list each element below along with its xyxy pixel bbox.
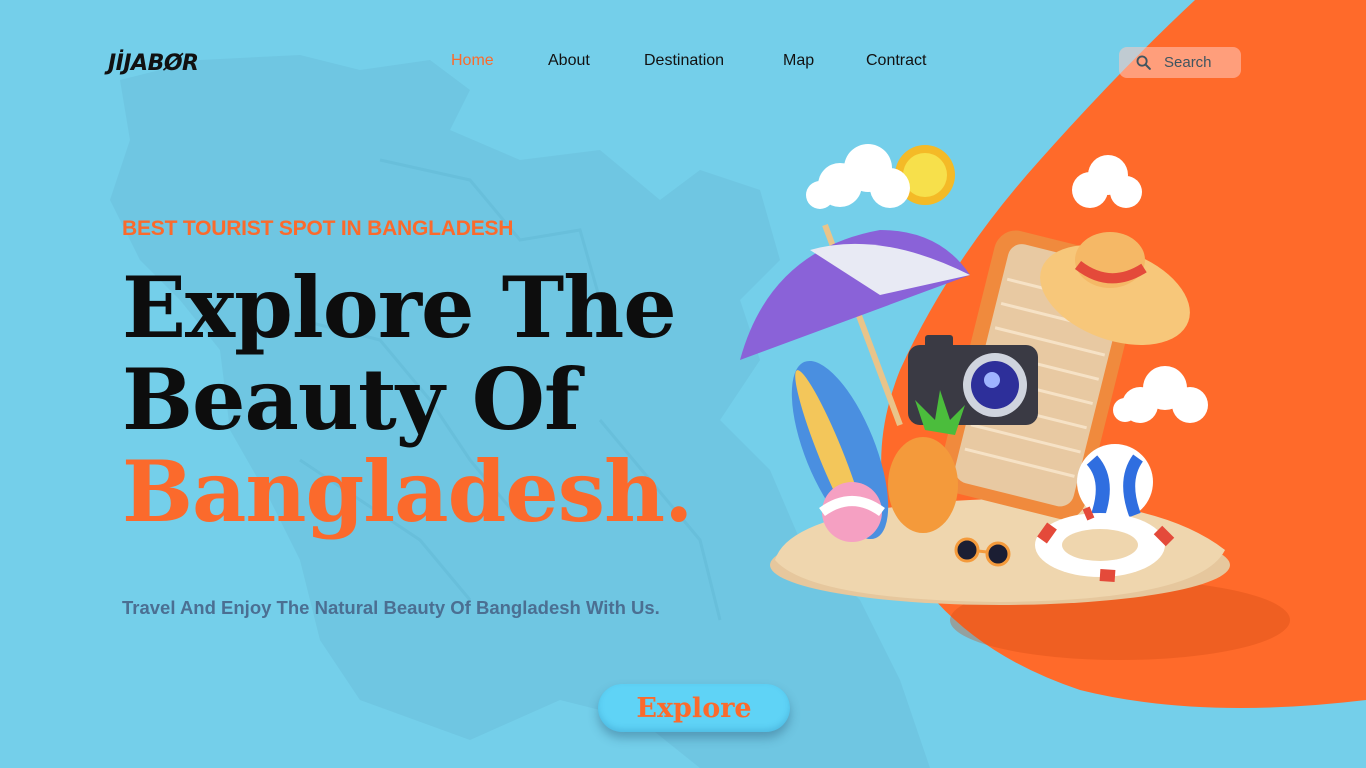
- search-icon: [1136, 55, 1151, 70]
- hero-subtitle: Travel And Enjoy The Natural Beauty Of B…: [122, 597, 660, 618]
- hero-eyebrow: BEST TOURIST SPOT IN BANGLADESH: [122, 217, 514, 240]
- hero-headline: Explore The Beauty Of Bangladesh.: [122, 258, 693, 541]
- headline-accent: Bangladesh.: [122, 442, 693, 541]
- nav-about[interactable]: About: [548, 52, 590, 70]
- search-input[interactable]: Search: [1119, 47, 1241, 78]
- search-placeholder: Search: [1164, 54, 1212, 71]
- nav-home[interactable]: Home: [451, 52, 494, 70]
- explore-button[interactable]: Explore: [598, 684, 790, 732]
- nav-map[interactable]: Map: [783, 52, 814, 70]
- nav-destination[interactable]: Destination: [644, 52, 724, 70]
- headline-line-2: Beauty Of: [122, 350, 580, 449]
- beach-travel-illustration: [740, 144, 1230, 605]
- headline-line-1: Explore The: [122, 258, 677, 357]
- nav-contract[interactable]: Contract: [866, 52, 926, 70]
